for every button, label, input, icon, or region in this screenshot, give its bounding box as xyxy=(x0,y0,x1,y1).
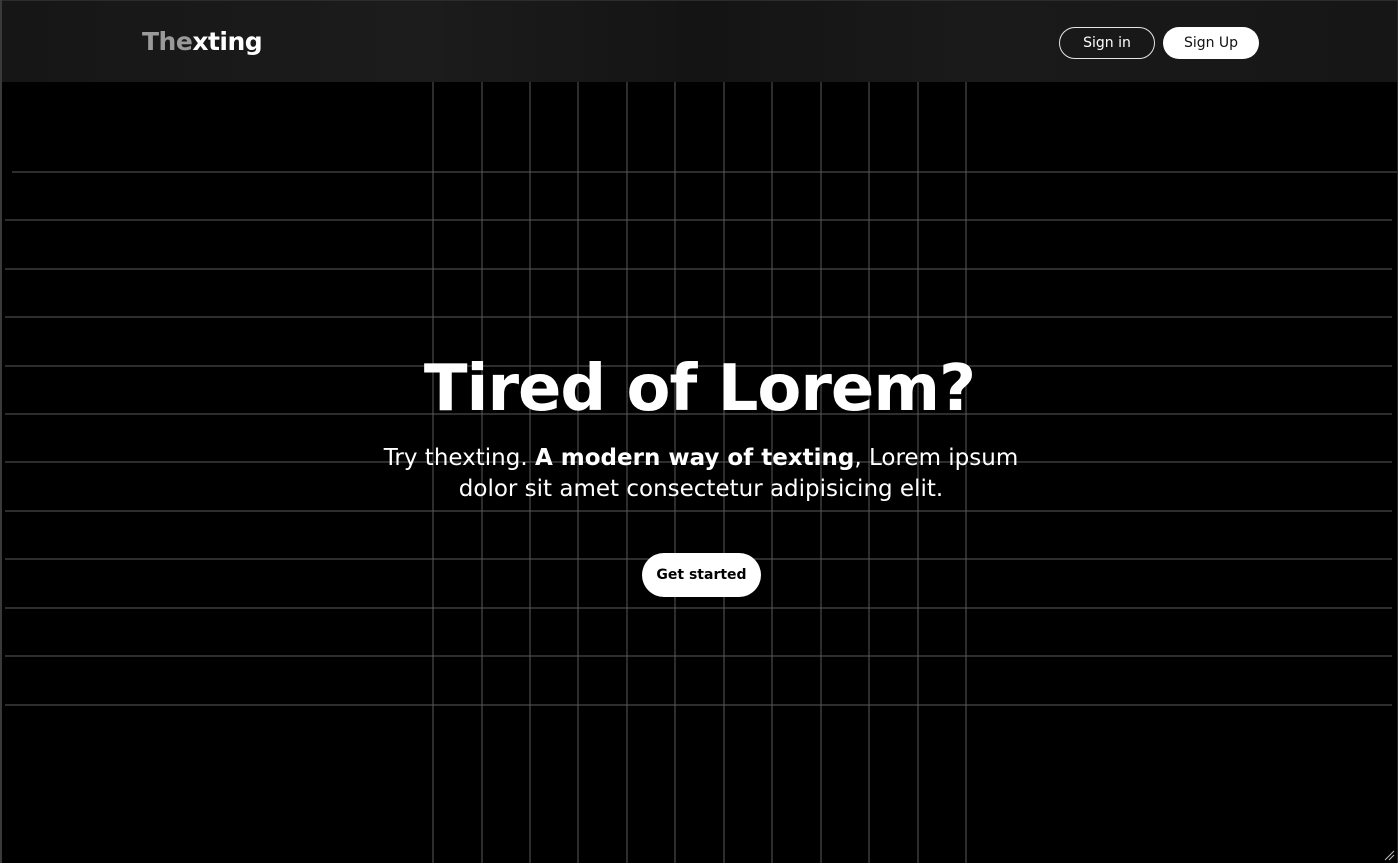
sign-up-button[interactable]: Sign Up xyxy=(1163,27,1259,59)
top-navbar: Thexting Sign in Sign Up xyxy=(2,0,1397,82)
get-started-button[interactable]: Get started xyxy=(642,553,761,597)
sign-in-button[interactable]: Sign in xyxy=(1059,27,1155,59)
hero-subtitle-emphasis: A modern way of texting xyxy=(534,445,855,471)
hero-section: Tired of Lorem? Try thexting. A modern w… xyxy=(2,0,1397,863)
logo-prefix: The xyxy=(142,27,193,56)
brand-logo[interactable]: Thexting xyxy=(142,27,263,56)
hero-subtitle: Try thexting. A modern way of texting, L… xyxy=(351,443,1051,505)
hero-title: Tired of Lorem? xyxy=(423,352,976,426)
resize-grip-icon[interactable] xyxy=(1383,849,1395,861)
hero-subtitle-lead: Try thexting. xyxy=(383,445,535,471)
logo-suffix: xting xyxy=(192,27,263,56)
page: Thexting Sign in Sign Up Tired of Lorem?… xyxy=(0,0,1398,863)
